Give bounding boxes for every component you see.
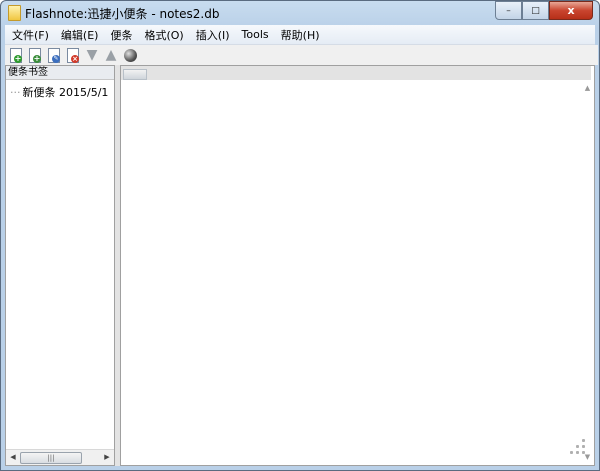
new-note-icon: + bbox=[10, 47, 22, 63]
menu-tools[interactable]: Tools bbox=[236, 28, 275, 41]
menu-format[interactable]: 格式(O) bbox=[138, 27, 189, 43]
app-icon bbox=[8, 5, 21, 21]
new-child-note-icon: + bbox=[29, 47, 41, 63]
close-button[interactable]: x bbox=[549, 1, 593, 20]
note-editor-pane: ▲ ▼ bbox=[120, 65, 595, 466]
vertical-scrollbar[interactable]: ▲ ▼ bbox=[581, 80, 594, 465]
resize-grip-icon[interactable] bbox=[562, 427, 588, 457]
editor-tab[interactable] bbox=[123, 69, 147, 80]
scroll-up-icon[interactable]: ▲ bbox=[583, 84, 592, 92]
menu-note[interactable]: 便条 bbox=[104, 27, 138, 43]
menu-help[interactable]: 帮助(H) bbox=[275, 27, 326, 43]
menu-edit[interactable]: 编辑(E) bbox=[55, 27, 105, 43]
move-down-icon: ▼ bbox=[86, 47, 98, 63]
menu-file[interactable]: 文件(F) bbox=[5, 27, 55, 43]
move-up-button[interactable]: ▲ bbox=[103, 47, 119, 63]
new-note-button[interactable]: + bbox=[8, 47, 24, 63]
note-editor[interactable] bbox=[121, 80, 579, 465]
menu-bar: 文件(F) 编辑(E) 便条 格式(O) 插入(I) Tools 帮助(H) bbox=[5, 25, 595, 45]
bookmark-pane: 便条书签 ··· 新便条 2015/5/1 ◀ ||| ▶ bbox=[5, 65, 115, 466]
bookmark-pane-header: 便条书签 bbox=[6, 66, 114, 80]
menu-insert[interactable]: 插入(I) bbox=[190, 27, 236, 43]
minimize-button[interactable]: – bbox=[495, 1, 522, 20]
window-title: Flashnote:迅捷小便条 - notes2.db bbox=[25, 7, 220, 21]
tree-connector-icon: ··· bbox=[10, 86, 21, 99]
globe-icon bbox=[123, 48, 137, 62]
move-down-button[interactable]: ▼ bbox=[84, 47, 100, 63]
edit-note-button[interactable]: ✎ bbox=[46, 47, 62, 63]
note-tree: ··· 新便条 2015/5/1 bbox=[6, 80, 114, 450]
move-up-icon: ▲ bbox=[105, 47, 117, 63]
maximize-button[interactable]: □ bbox=[522, 1, 549, 20]
globe-button[interactable] bbox=[122, 47, 138, 63]
scroll-left-icon[interactable]: ◀ bbox=[8, 452, 18, 462]
app-window: Flashnote:迅捷小便条 - notes2.db – □ x 文件(F) … bbox=[0, 0, 600, 471]
new-child-note-button[interactable]: + bbox=[27, 47, 43, 63]
caption-buttons: – □ x bbox=[495, 1, 593, 20]
toolbar: + + ✎ × ▼ ▲ bbox=[5, 45, 598, 65]
scroll-thumb[interactable]: ||| bbox=[20, 452, 82, 464]
delete-note-icon: × bbox=[67, 47, 79, 63]
horizontal-scrollbar[interactable]: ◀ ||| ▶ bbox=[6, 449, 114, 465]
client-area: 文件(F) 编辑(E) 便条 格式(O) 插入(I) Tools 帮助(H) +… bbox=[5, 25, 598, 466]
tree-item-label: 新便条 2015/5/1 bbox=[22, 86, 109, 99]
delete-note-button[interactable]: × bbox=[65, 47, 81, 63]
editor-tab-strip bbox=[121, 66, 591, 80]
content-panes: 便条书签 ··· 新便条 2015/5/1 ◀ ||| ▶ ▲ ▼ bbox=[5, 65, 595, 466]
edit-note-icon: ✎ bbox=[48, 47, 60, 63]
tree-item[interactable]: ··· 新便条 2015/5/1 bbox=[10, 84, 108, 100]
title-bar[interactable]: Flashnote:迅捷小便条 - notes2.db – □ x bbox=[1, 1, 599, 25]
scroll-right-icon[interactable]: ▶ bbox=[102, 452, 112, 462]
